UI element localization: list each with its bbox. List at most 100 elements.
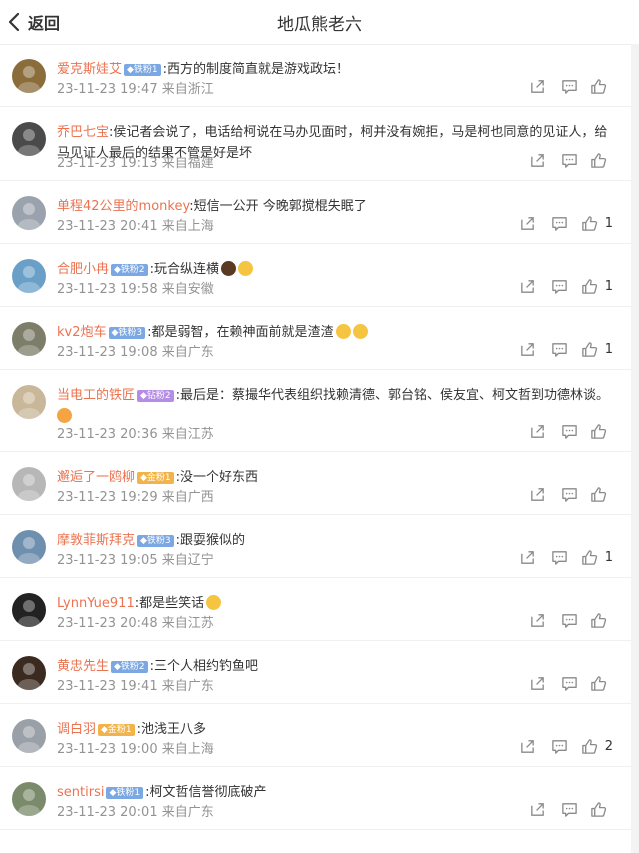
share-button[interactable] xyxy=(517,340,539,358)
avatar[interactable] xyxy=(12,593,46,627)
scrollbar-track[interactable] xyxy=(631,44,639,853)
like-button[interactable] xyxy=(590,486,607,503)
username[interactable]: 调白羽 xyxy=(57,722,96,737)
avatar[interactable] xyxy=(12,59,46,93)
like-count: 2 xyxy=(604,738,613,754)
username[interactable]: 乔巴七宝 xyxy=(57,125,109,140)
reply-button[interactable] xyxy=(549,548,571,566)
reply-button[interactable] xyxy=(558,422,580,440)
avatar-image xyxy=(12,719,46,753)
reply-button[interactable] xyxy=(549,277,571,295)
like-button[interactable]: 1 xyxy=(581,341,613,358)
reply-button[interactable] xyxy=(549,340,571,358)
thumbs-up-icon xyxy=(591,152,607,168)
avatar[interactable] xyxy=(12,122,46,156)
comment-item: kv2炮车 ◆铁粉3:都是弱智，在赖神面前就是渣渣 23-11-23 19:08 来… xyxy=(0,307,631,370)
comment-text-line: 当电工的铁匠 ◆钻粉2:最后是：蔡撮华代表组织找赖清德、郭台铭、侯友宜、柯文哲到功… xyxy=(57,385,617,423)
reply-button[interactable] xyxy=(549,214,571,232)
share-button[interactable] xyxy=(526,151,548,169)
share-icon xyxy=(530,487,544,501)
comment-actions xyxy=(516,800,607,818)
share-button[interactable] xyxy=(526,485,548,503)
fan-badge: ◆铁粉3 xyxy=(137,535,174,547)
comment-icon xyxy=(552,279,567,294)
username[interactable]: 黄忠先生 xyxy=(57,659,109,674)
share-icon xyxy=(530,153,544,167)
share-button[interactable] xyxy=(526,77,548,95)
avatar-image xyxy=(12,196,46,230)
comment-item: 乔巴七宝:侯记者会说了，电话给柯说在马办见面时，柯并没有婉拒，马是柯也同意的见证… xyxy=(0,107,631,181)
avatar[interactable] xyxy=(12,782,46,816)
reply-button[interactable] xyxy=(558,77,580,95)
comment-item: 当电工的铁匠 ◆钻粉2:最后是：蔡撮华代表组织找赖清德、郭台铭、侯友宜、柯文哲到功… xyxy=(0,370,631,452)
like-button[interactable] xyxy=(590,801,607,818)
like-button[interactable] xyxy=(590,152,607,169)
avatar[interactable] xyxy=(12,530,46,564)
share-button[interactable] xyxy=(517,548,539,566)
avatar[interactable] xyxy=(12,467,46,501)
avatar[interactable] xyxy=(12,322,46,356)
share-button[interactable] xyxy=(517,737,539,755)
comment-meta: 23-11-23 19:08 来自广东 xyxy=(57,345,214,360)
avatar-image xyxy=(12,467,46,501)
share-icon xyxy=(530,424,544,438)
share-button[interactable] xyxy=(526,422,548,440)
like-button[interactable] xyxy=(590,423,607,440)
comment-actions xyxy=(516,674,607,692)
share-button[interactable] xyxy=(517,214,539,232)
reply-button[interactable] xyxy=(558,611,580,629)
username[interactable]: sentirsi xyxy=(57,785,104,800)
avatar-image xyxy=(12,322,46,356)
reply-button[interactable] xyxy=(549,737,571,755)
thumbs-up-icon xyxy=(581,549,597,565)
thumbs-up-icon xyxy=(591,423,607,439)
share-button[interactable] xyxy=(526,800,548,818)
username[interactable]: 合肥小冉 xyxy=(57,262,109,277)
username[interactable]: 摩敦菲斯拜克 xyxy=(57,533,135,548)
username[interactable]: LynnYue911 xyxy=(57,596,135,611)
reply-button[interactable] xyxy=(558,800,580,818)
avatar-image xyxy=(12,259,46,293)
comment-list: 爱克斯娃艾 ◆铁粉1:西方的制度简直就是游戏政坛！ 23-11-23 19:47 来… xyxy=(0,44,631,830)
comment-actions xyxy=(516,422,607,440)
like-button[interactable] xyxy=(590,675,607,692)
like-button[interactable] xyxy=(590,78,607,95)
like-button[interactable]: 1 xyxy=(581,549,613,566)
fan-badge: ◆铁粉1 xyxy=(124,64,161,76)
avatar-image xyxy=(12,59,46,93)
fan-badge: ◆金粉1 xyxy=(98,724,135,736)
like-button[interactable]: 2 xyxy=(581,738,613,755)
thumbs-up-icon xyxy=(581,278,597,294)
avatar[interactable] xyxy=(12,656,46,690)
username[interactable]: 邂逅了一鸥柳 xyxy=(57,470,135,485)
thumbs-up-icon xyxy=(591,78,607,94)
reply-button[interactable] xyxy=(558,485,580,503)
avatar-image xyxy=(12,782,46,816)
comment-text: :短信一公开 今晚郭搅棍失眠了 xyxy=(189,199,367,214)
comment-icon xyxy=(561,153,577,168)
avatar[interactable] xyxy=(12,719,46,753)
like-button[interactable] xyxy=(590,612,607,629)
fan-badge: ◆铁粉2 xyxy=(111,264,148,276)
username[interactable]: 爱克斯娃艾 xyxy=(57,62,122,77)
comment-item: 爱克斯娃艾 ◆铁粉1:西方的制度简直就是游戏政坛！ 23-11-23 19:47 来… xyxy=(0,44,631,107)
username[interactable]: 当电工的铁匠 xyxy=(57,388,135,403)
share-button[interactable] xyxy=(517,277,539,295)
comment-text: :玩合纵连横 xyxy=(149,262,220,277)
avatar[interactable] xyxy=(12,196,46,230)
share-button[interactable] xyxy=(526,611,548,629)
avatar[interactable] xyxy=(12,385,46,419)
avatar[interactable] xyxy=(12,259,46,293)
comment-text: :三个人相约钓鱼吧 xyxy=(149,659,259,674)
reply-button[interactable] xyxy=(558,674,580,692)
like-button[interactable]: 1 xyxy=(581,215,613,232)
comment-actions xyxy=(516,611,607,629)
username[interactable]: 单程42公里的monkey xyxy=(57,199,189,214)
comment-text: :池浅王八多 xyxy=(136,722,207,737)
thumbs-up-icon xyxy=(591,612,607,628)
share-button[interactable] xyxy=(526,674,548,692)
username[interactable]: kv2炮车 xyxy=(57,325,107,340)
like-button[interactable]: 1 xyxy=(581,278,613,295)
reply-button[interactable] xyxy=(558,151,580,169)
thumbs-up-icon xyxy=(591,801,607,817)
